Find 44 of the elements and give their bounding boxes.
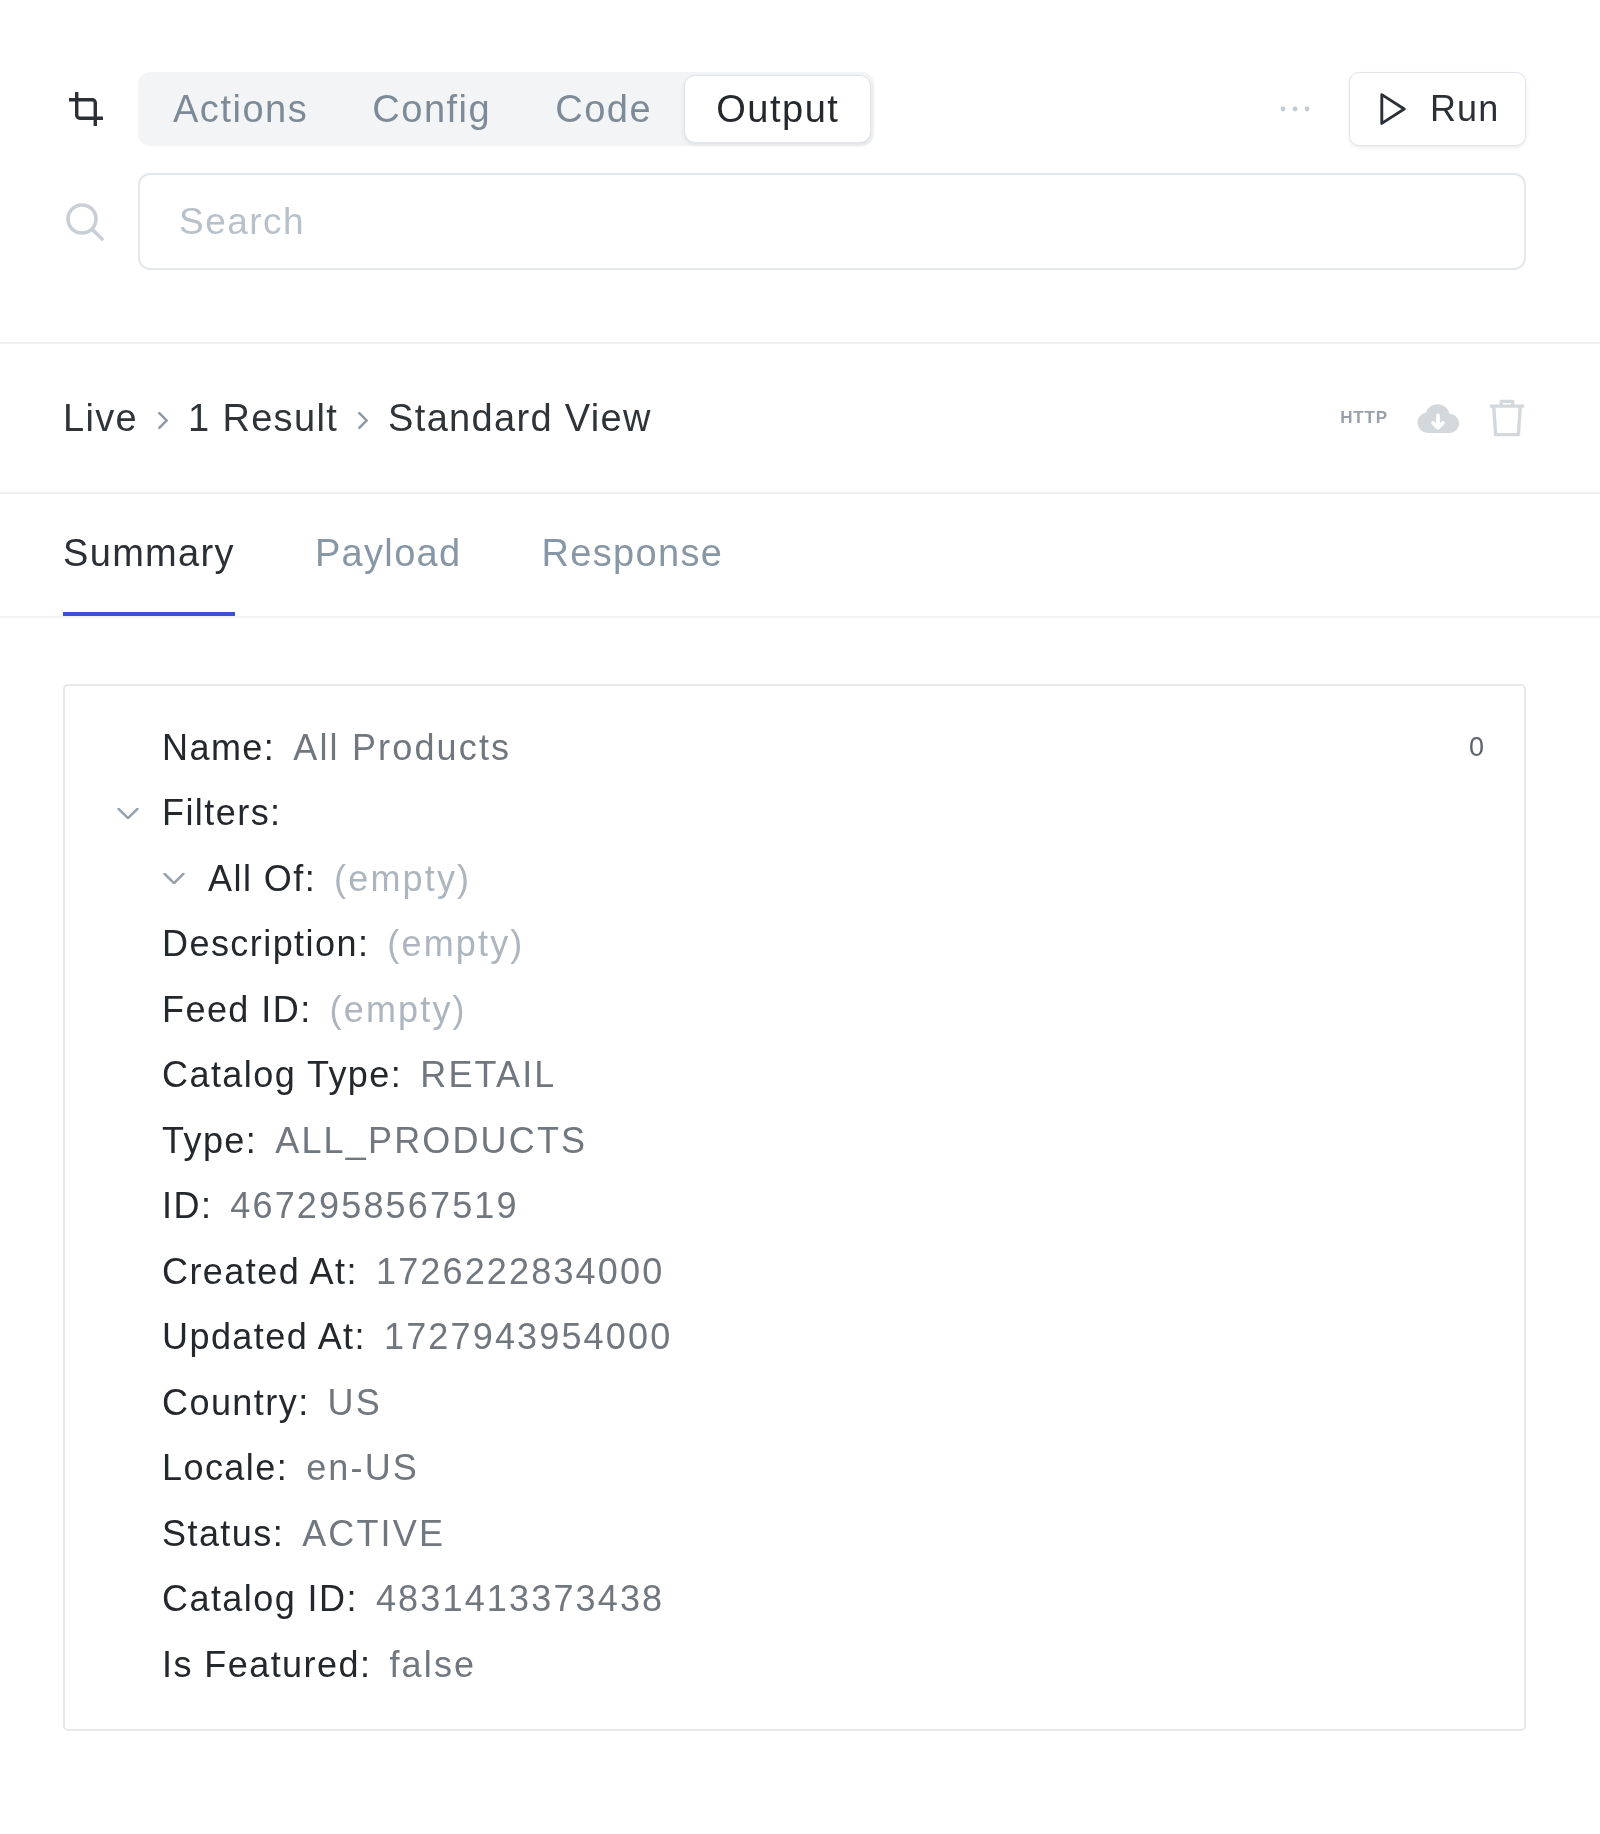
result-index: 0 [1468,732,1484,764]
field-label: ID: [162,1185,213,1228]
field-label: Country: [162,1381,310,1424]
more-icon[interactable] [1280,106,1310,112]
chevron-down-icon[interactable] [163,873,185,885]
field-label: Catalog Type: [162,1054,403,1097]
field-value: 1727943954000 [384,1316,673,1359]
field-label: Is Featured: [162,1643,372,1686]
field-value: (empty) [334,857,472,900]
field-label: Description: [162,923,370,966]
field-value: All Products [293,726,512,769]
field-label: Updated At: [162,1316,366,1359]
field-value: en-US [306,1447,419,1490]
field-label: Created At: [162,1250,358,1293]
field-value: RETAIL [420,1054,557,1097]
run-button[interactable]: Run [1349,72,1526,146]
field-label: Status: [162,1512,285,1555]
field-value: 4831413373438 [375,1578,665,1621]
breadcrumb-item[interactable]: Standard View [388,396,652,440]
breadcrumb-item[interactable]: 1 Result [188,396,339,440]
search-field[interactable]: Search [138,173,1526,270]
field-label: Filters: [162,792,282,835]
breadcrumb-item[interactable]: Live [63,396,139,440]
field-label: All Of: [208,857,317,900]
field-label: Name: [162,726,276,769]
field-label: Locale: [162,1447,289,1490]
field-value: (empty) [387,923,525,966]
chevron-down-icon[interactable] [117,807,139,819]
field-value: (empty) [329,988,467,1031]
play-icon [1380,93,1406,125]
field-value: false [389,1643,477,1686]
chevron-right-icon [158,411,169,429]
crop-icon[interactable] [69,92,103,126]
field-value: ACTIVE [302,1512,446,1555]
field-label: Catalog ID: [162,1578,358,1621]
field-label: Type: [162,1119,258,1162]
field-value: ALL_PRODUCTS [275,1119,588,1162]
chevron-right-icon [358,411,369,429]
field-value: 4672958567519 [230,1185,519,1228]
tab[interactable]: Output [684,75,872,143]
search-icon [66,202,104,241]
field-value: US [327,1381,382,1424]
field-label: Feed ID: [162,988,312,1031]
field-value: 1726222834000 [375,1250,665,1293]
